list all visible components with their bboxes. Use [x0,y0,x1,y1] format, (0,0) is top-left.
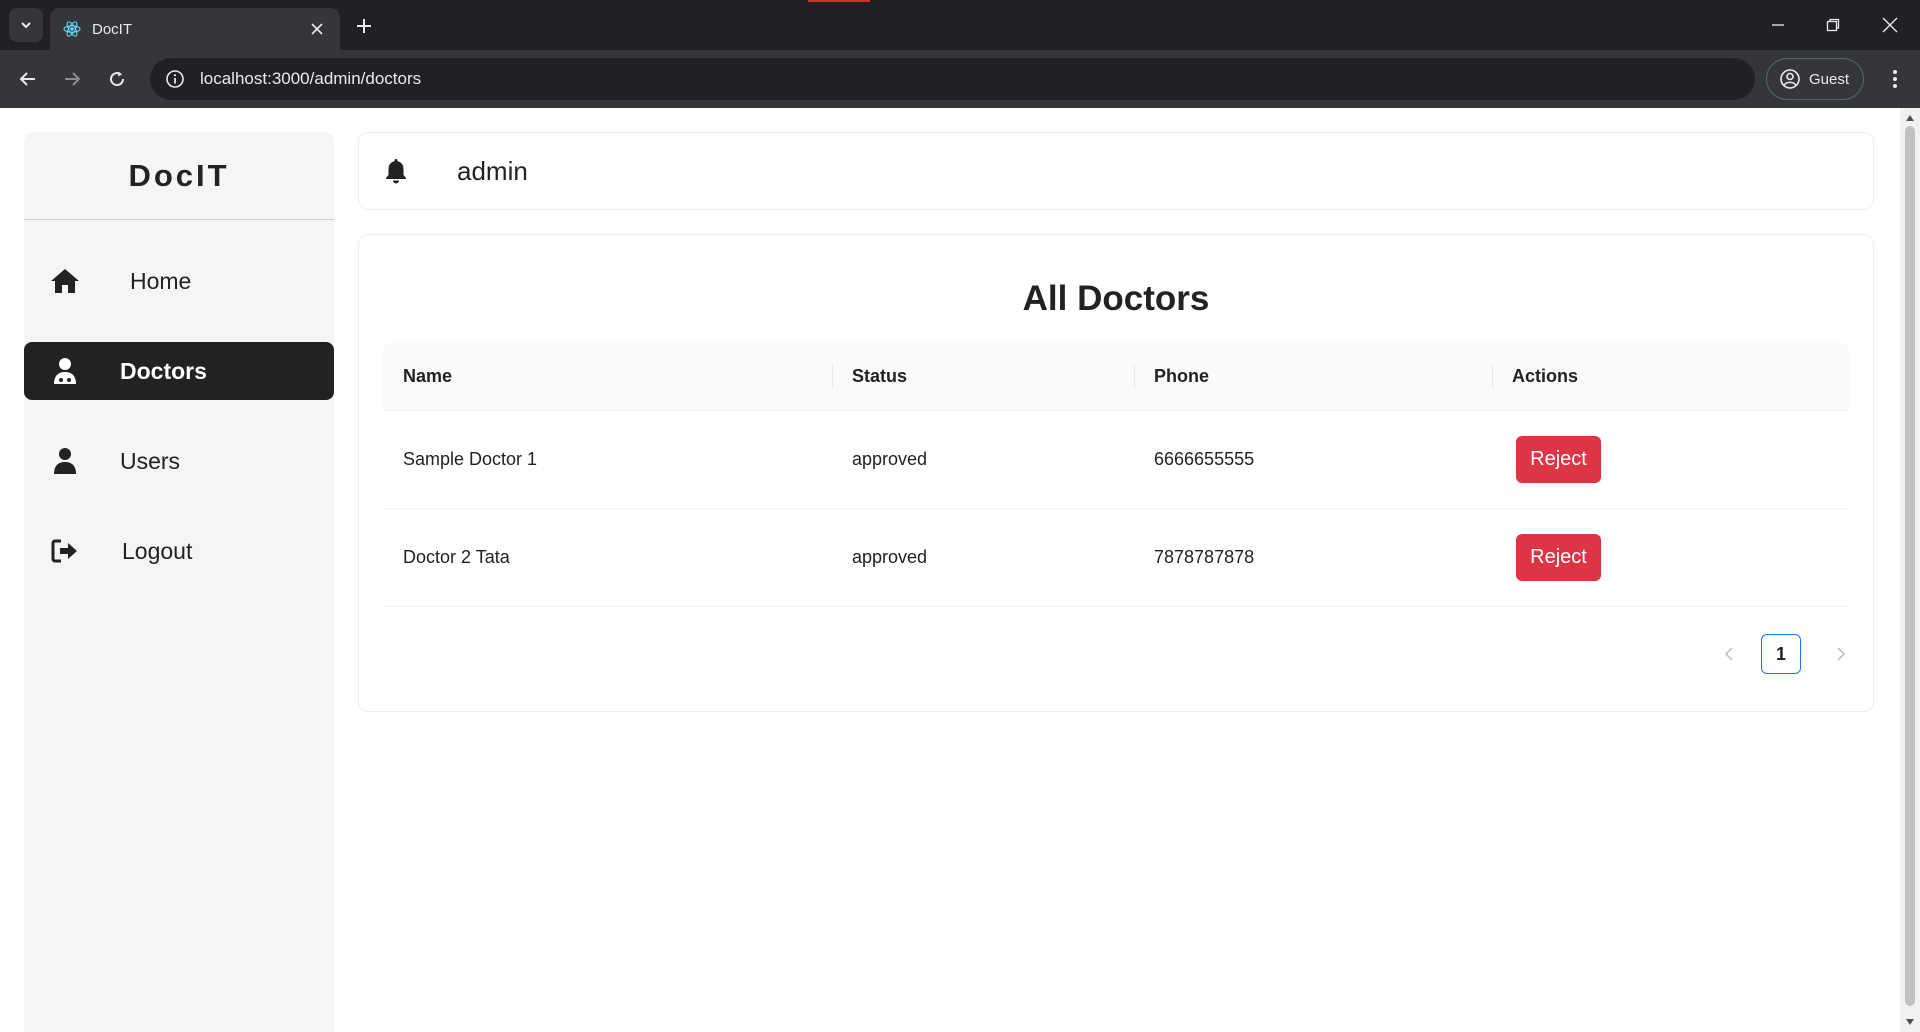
sidebar-item-home[interactable]: Home [24,252,334,310]
doctor-status: approved [852,449,928,469]
minimize-button[interactable] [1758,10,1798,40]
reload-icon [110,71,125,87]
address-bar[interactable]: localhost:3000/admin/doctors [150,58,1755,100]
column-divider [832,365,833,389]
doctors-card: All Doctors Name Status Phone Actions Sa… [358,234,1874,712]
table-header: Name Status Phone Actions [383,343,1849,411]
close-window-button[interactable] [1870,10,1910,40]
restore-button[interactable] [1813,10,1853,40]
url-text: localhost:3000/admin/doctors [200,69,422,88]
doctor-name: Sample Doctor 1 [403,449,538,469]
page-scrollbar[interactable] [1900,108,1920,1032]
scrollbar-thumb[interactable] [1905,126,1915,1006]
logout-icon [48,534,82,568]
browser-toolbar: localhost:3000/admin/doctors Guest [0,50,1920,108]
forward-button[interactable] [56,63,88,95]
user-icon [48,444,82,478]
page-title: All Doctors [1022,279,1210,318]
react-logo-icon [63,21,81,37]
minimize-icon [1772,24,1784,26]
bell-icon[interactable] [381,156,411,186]
column-header-name: Name [403,366,453,386]
close-icon [311,23,323,35]
new-tab-button[interactable] [350,12,378,40]
doctor-phone: 6666655555 [1154,449,1255,469]
doctors-table: Name Status Phone Actions Sample Doctor … [383,343,1849,607]
tab-close-button[interactable] [306,18,328,40]
table-row: Doctor 2 Tata approved 7878787878 Reject [383,509,1849,607]
header-username: admin [457,155,528,186]
sidebar-item-label: Logout [122,537,193,564]
tab-strip-indicator [808,0,870,2]
browser-menu-button[interactable] [1880,64,1910,94]
browser-tab-strip: DocIT [0,0,1920,50]
page-number-button[interactable]: 1 [1761,634,1801,674]
sidebar-item-users[interactable]: Users [24,432,334,490]
back-button[interactable] [12,63,44,95]
sidebar: DocIT Home Doctors Users Logout [24,132,334,1032]
restore-icon [1826,18,1840,32]
plus-icon [357,19,371,33]
next-page-button[interactable] [1831,644,1851,664]
column-header-phone: Phone [1154,366,1210,386]
scroll-up-arrow[interactable] [1904,112,1916,124]
pagination: 1 [1719,634,1851,674]
doctor-name: Doctor 2 Tata [403,547,510,567]
triangle-up-icon [1906,115,1914,121]
sidebar-item-doctors[interactable]: Doctors [24,342,334,400]
chevron-down-icon [21,22,31,29]
doctor-icon [48,354,82,388]
profile-button[interactable]: Guest [1766,58,1864,100]
chevron-left-icon [1724,647,1733,661]
scroll-down-arrow[interactable] [1904,1016,1916,1028]
app-logo: DocIT [24,132,334,220]
home-icon [48,264,82,298]
table-row: Sample Doctor 1 approved 6666655555 Reje… [383,411,1849,509]
tab-search-button[interactable] [9,8,43,42]
site-info-icon[interactable] [164,68,186,90]
column-header-status: Status [852,366,908,386]
top-header: admin [358,132,1874,210]
reject-button[interactable]: Reject [1516,436,1601,483]
arrow-left-icon [19,72,35,86]
info-icon [166,70,184,88]
sidebar-nav: Home Doctors Users Logout [24,252,334,580]
tab-title: DocIT [92,20,133,38]
column-header-actions: Actions [1512,366,1579,386]
triangle-down-icon [1906,1019,1914,1025]
arrow-right-icon [65,72,81,86]
sidebar-item-label: Doctors [120,357,207,384]
page-viewport: DocIT Home Doctors Users Logout admin Al… [0,108,1920,1032]
column-divider [1134,365,1135,389]
sidebar-item-label: Home [130,267,192,294]
profile-icon [1780,69,1800,89]
close-icon [1882,17,1898,33]
sidebar-item-label: Users [120,447,181,474]
sidebar-item-logout[interactable]: Logout [24,522,334,580]
reload-button[interactable] [101,63,133,95]
more-vertical-icon [1893,70,1897,88]
chevron-right-icon [1837,647,1846,661]
doctor-phone: 7878787878 [1154,547,1255,567]
doctor-status: approved [852,547,928,567]
reject-button[interactable]: Reject [1516,534,1601,581]
profile-label: Guest [1809,70,1850,88]
previous-page-button[interactable] [1719,644,1739,664]
browser-tab[interactable]: DocIT [50,8,340,50]
column-divider [1492,365,1493,389]
